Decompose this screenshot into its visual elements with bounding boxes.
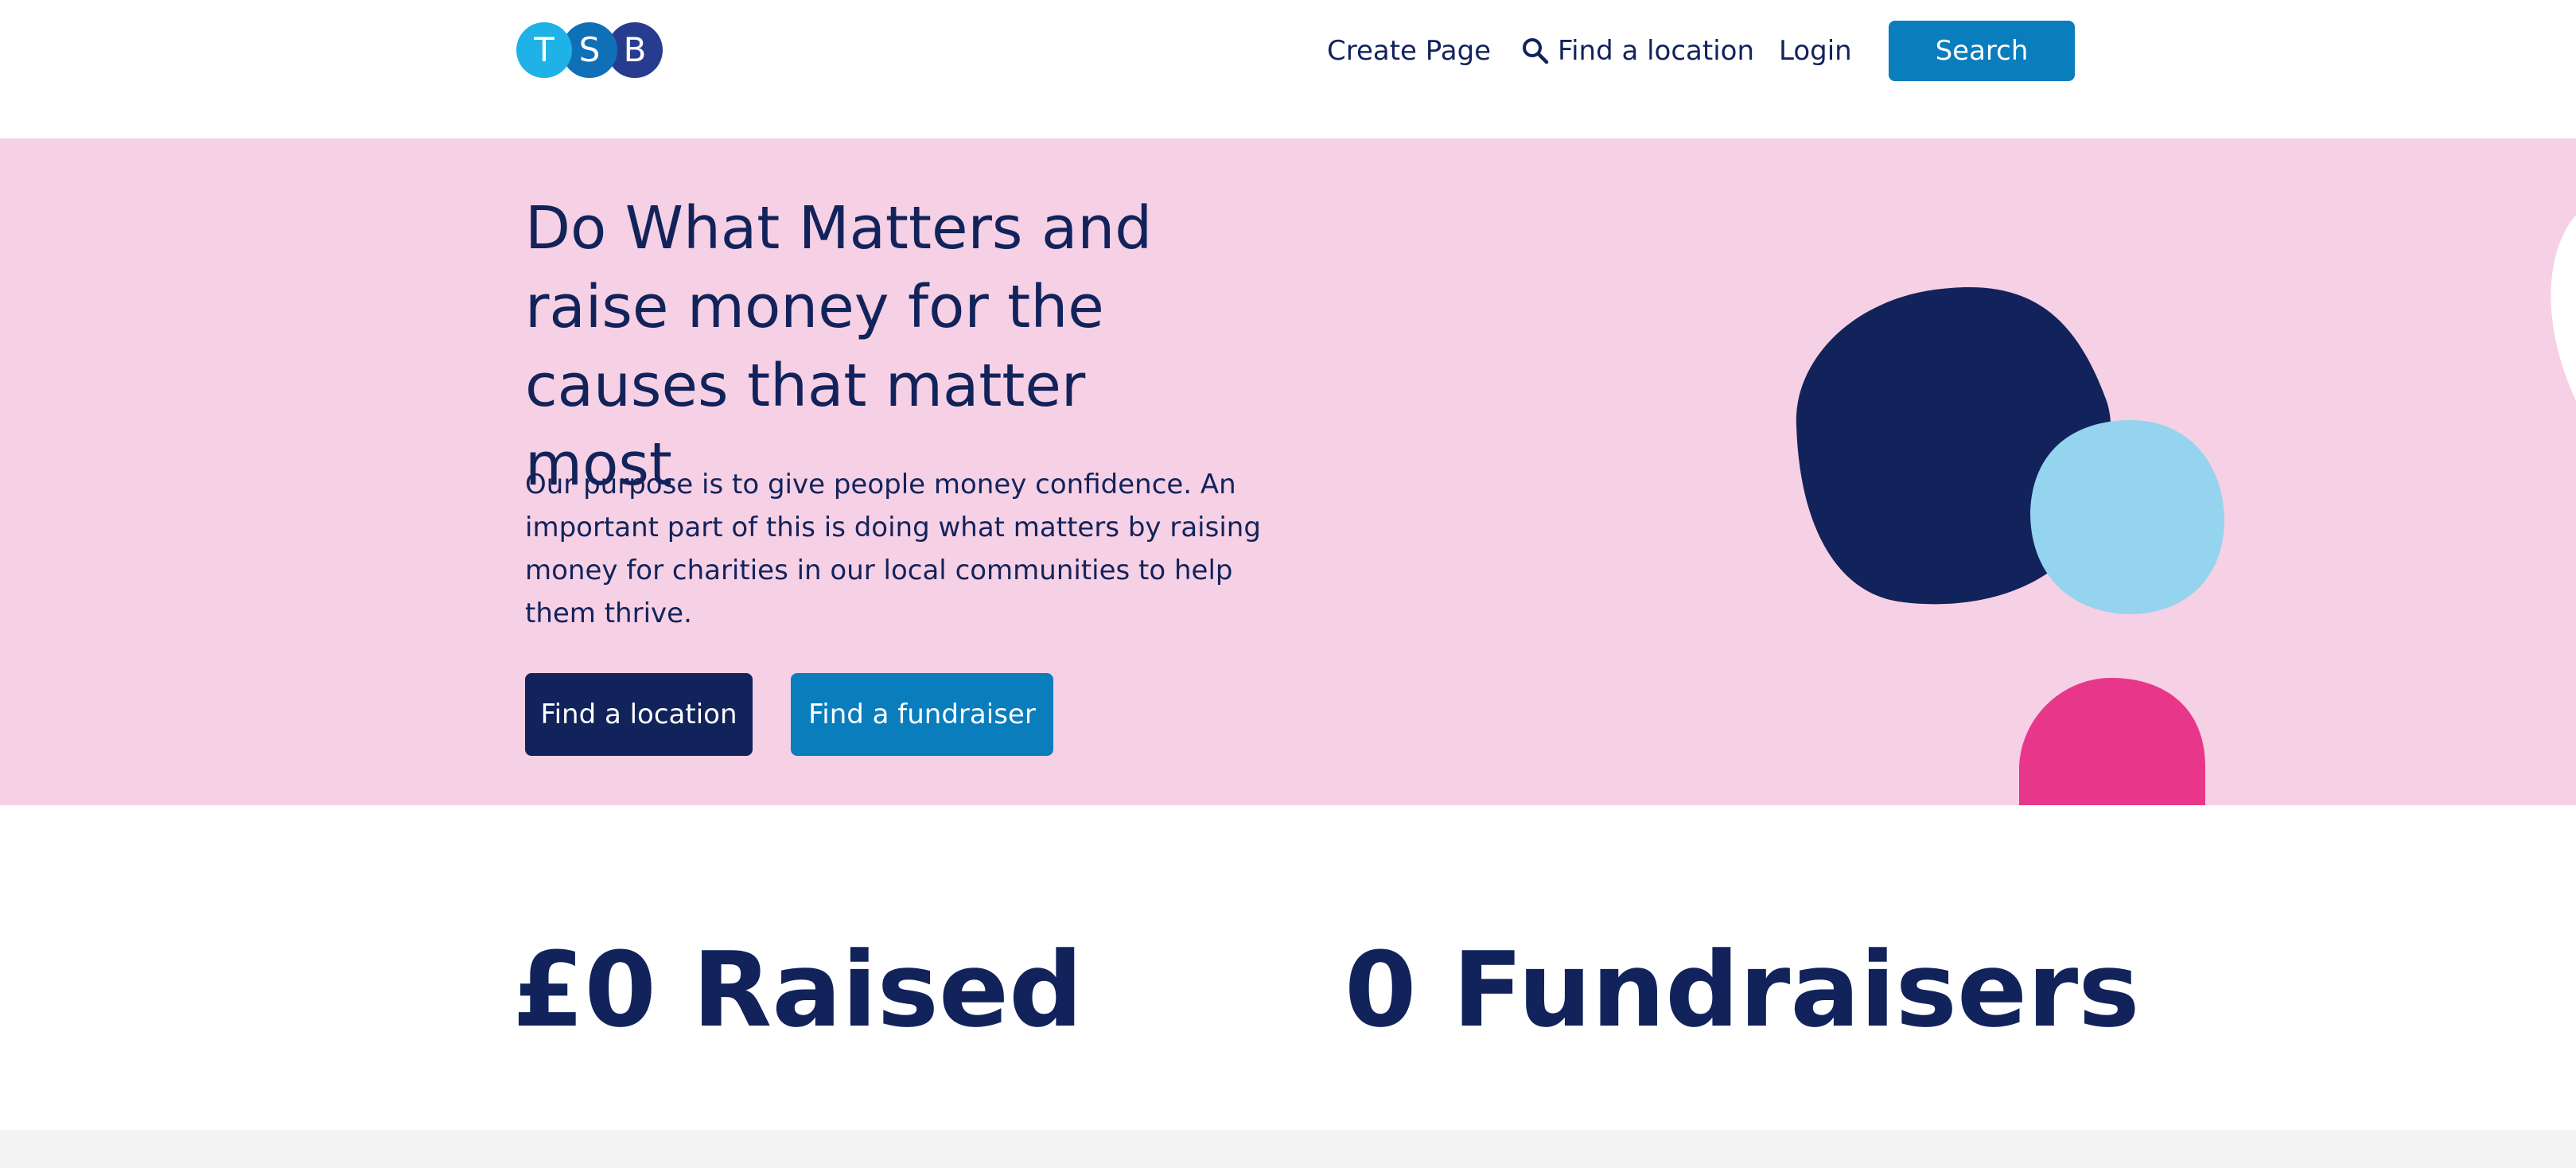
search-button[interactable]: Search [1889,21,2075,81]
find-location-button[interactable]: Find a location [525,673,753,756]
search-icon [1523,38,1549,64]
nav-create-page-label: Create Page [1327,35,1492,67]
nav-create-page[interactable]: Create Page [1327,21,1491,81]
fundraisers-count-stat: 0 Fundraisers [1344,929,2140,1050]
white-blob-edge [2551,215,2576,401]
next-section-strip [0,1130,2576,1168]
stats-section: £0 Raised 0 Fundraisers [0,805,2576,1130]
amount-raised-stat: £0 Raised [512,929,1084,1050]
hero-description: Our purpose is to give people money conf… [525,469,1261,629]
light-blue-blob [2030,419,2224,614]
hero-section: Do What Matters and raise money for the … [0,138,2576,805]
nav-find-location[interactable]: Find a location [1521,21,1754,81]
nav-login-label: Login [1779,35,1852,67]
logo-letter-t: T [516,22,572,78]
hero-title: Do What Matters and raise money for the … [525,194,1153,499]
nav-find-location-label: Find a location [1558,35,1755,67]
tsb-logo[interactable]: T S B [516,22,663,78]
nav-login[interactable]: Login [1779,21,1852,81]
find-fundraiser-button[interactable]: Find a fundraiser [791,673,1053,756]
pink-blob [2019,678,2205,805]
site-header: T S B Create Page Find a location Login … [0,0,2576,138]
